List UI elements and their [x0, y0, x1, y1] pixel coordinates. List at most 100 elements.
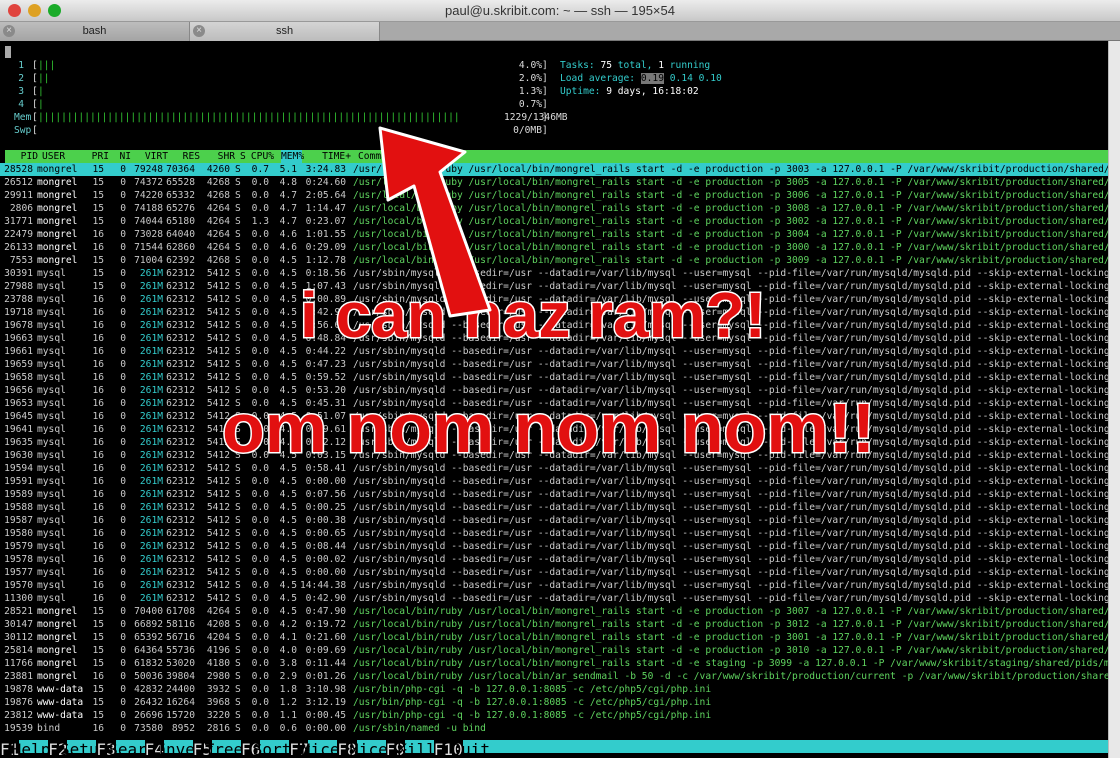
- process-row[interactable]: 28521 mongrel 15 0 70400 61708 4264 S 0.0 4.5 0:47…: [0, 605, 1108, 618]
- process-row[interactable]: 11300 mysql 16 0 261M 62312 5412 S 0.0 4.5 0:42.90…: [0, 592, 1108, 605]
- process-pid: 26512: [4, 177, 33, 188]
- process-ni: 0: [120, 307, 126, 318]
- process-row[interactable]: 19591 mysql 16 0 261M 62312 5412 S 0.0 4.5 0:00.00…: [0, 475, 1108, 488]
- process-row[interactable]: 23812 www-data 15 0 26696 15720 3220 S 0.0 1.1 0:0…: [0, 709, 1108, 722]
- process-virt: 73580: [134, 723, 163, 734]
- meter-label: Swp: [14, 125, 32, 136]
- process-row[interactable]: 19876 www-data 15 0 26432 16264 3968 S 0.0 1.2 3:1…: [0, 696, 1108, 709]
- process-cpu: 0.0: [251, 541, 269, 552]
- column-shr-header[interactable]: SHR: [205, 150, 235, 163]
- column-user-header[interactable]: USER: [42, 150, 65, 163]
- process-cmd: /usr/sbin/mysqld --basedir=/usr --datadi…: [353, 502, 1108, 513]
- process-virt: 261M: [139, 541, 163, 552]
- tab-bash[interactable]: × bash: [0, 22, 190, 41]
- process-row[interactable]: 19570 mysql 16 0 261M 62312 5412 S 0.0 4.5 14:44.3…: [0, 579, 1108, 592]
- process-cpu: 1.3: [251, 216, 269, 227]
- process-row[interactable]: 30112 mongrel 15 0 65392 56716 4204 S 0.0 4.1 0:21…: [0, 631, 1108, 644]
- process-pri: 16: [92, 372, 104, 383]
- column-time-header[interactable]: TIME+: [305, 150, 351, 163]
- process-user: mysql: [37, 398, 66, 409]
- fkey-label-quit[interactable]: Quit: [452, 740, 491, 758]
- column-virt-header[interactable]: VIRT: [133, 150, 168, 163]
- process-shr: 5412: [206, 515, 230, 526]
- process-mem: 4.5: [279, 528, 297, 539]
- process-row[interactable]: 26133 mongrel 16 0 71544 62860 4264 S 0.0 4.6 0:29…: [0, 241, 1108, 254]
- column-pri-header[interactable]: PRI: [91, 150, 109, 163]
- process-cpu: 0.0: [251, 684, 269, 695]
- process-pri: 16: [92, 528, 104, 539]
- column-ni-header[interactable]: NI: [115, 150, 131, 163]
- meter-value: 4.0%: [518, 60, 542, 71]
- process-cmd: /usr/sbin/mysqld --basedir=/usr --datadi…: [353, 476, 1108, 487]
- process-s: S: [235, 697, 241, 708]
- process-res: 8952: [171, 723, 195, 734]
- load-15min: 0.10: [698, 73, 722, 84]
- scrollbar[interactable]: [1108, 41, 1120, 758]
- process-row[interactable]: 28528 mongrel 15 0 79248 70364 4260 S 0.7 5.1 3:24…: [0, 163, 1108, 176]
- process-cpu: 0.0: [251, 242, 269, 253]
- process-row[interactable]: 19659 mysql 16 0 261M 62312 5412 S 0.0 4.5 0:47.23…: [0, 358, 1108, 371]
- column-cpu-header[interactable]: CPU%: [248, 150, 274, 163]
- process-ni: 0: [120, 216, 126, 227]
- process-cpu: 0.0: [251, 203, 269, 214]
- process-ni: 0: [120, 398, 126, 409]
- process-row[interactable]: 19589 mysql 16 0 261M 62312 5412 S 0.0 4.5 0:07.56…: [0, 488, 1108, 501]
- column-s-header[interactable]: S: [240, 150, 246, 163]
- fkey-label-tree[interactable]: Tree: [205, 740, 244, 758]
- process-pid: 11300: [4, 593, 33, 604]
- fkey-label-kill[interactable]: Kill: [397, 740, 436, 758]
- process-pri: 15: [92, 281, 104, 292]
- process-cmd: /usr/local/bin/ruby /usr/local/bin/mongr…: [353, 606, 1108, 617]
- process-time: 0:00.00: [305, 567, 346, 578]
- process-row[interactable]: 19658 mysql 16 0 261M 62312 5412 S 0.0 4.5 0:59.52…: [0, 371, 1108, 384]
- process-cpu: 0.0: [251, 632, 269, 643]
- process-mem: 4.7: [279, 190, 297, 201]
- process-pri: 15: [92, 255, 104, 266]
- process-time: 0:00.38: [305, 515, 346, 526]
- process-user: mysql: [37, 359, 66, 370]
- process-time: 0:19.72: [305, 619, 346, 630]
- process-row[interactable]: 19578 mysql 16 0 261M 62312 5412 S 0.0 4.5 0:00.02…: [0, 553, 1108, 566]
- process-pid: 19658: [4, 372, 33, 383]
- process-row[interactable]: 19588 mysql 16 0 261M 62312 5412 S 0.0 4.5 0:00.25…: [0, 501, 1108, 514]
- process-row[interactable]: 30147 mongrel 15 0 66892 58116 4208 S 0.0 4.2 0:19…: [0, 618, 1108, 631]
- process-user: mongrel: [37, 671, 78, 682]
- process-virt: 71004: [134, 255, 163, 266]
- fkey-label-help[interactable]: Help: [12, 740, 51, 758]
- process-row[interactable]: 11766 mongrel 15 0 61832 53020 4180 S 0.0 3.8 0:11…: [0, 657, 1108, 670]
- process-row[interactable]: 19577 mysql 16 0 261M 62312 5412 S 0.0 4.5 0:00.00…: [0, 566, 1108, 579]
- process-row[interactable]: 19580 mysql 16 0 261M 62312 5412 S 0.0 4.5 0:00.65…: [0, 527, 1108, 540]
- process-row[interactable]: 19539 bind 16 0 73580 8952 2816 S 0.0 0.6 0:00.00 /…: [0, 722, 1108, 735]
- process-row[interactable]: 29911 mongrel 15 0 74220 65332 4268 S 0.0 4.7 2:05…: [0, 189, 1108, 202]
- tasks-line: Tasks: 75 total, 1 running: [560, 59, 710, 72]
- process-res: 53020: [166, 658, 195, 669]
- process-row[interactable]: 23881 mongrel 16 0 50036 39804 2980 S 0.0 2.9 0:01…: [0, 670, 1108, 683]
- process-s: S: [235, 645, 241, 656]
- process-pid: 28521: [4, 606, 33, 617]
- process-row[interactable]: 2806 mongrel 15 0 74188 65276 4264 S 0.0 4.7 1:14.…: [0, 202, 1108, 215]
- process-pid: 19539: [4, 723, 33, 734]
- process-cpu: 0.0: [251, 372, 269, 383]
- process-mem: 4.5: [279, 593, 297, 604]
- column-res-header[interactable]: RES: [171, 150, 200, 163]
- process-row[interactable]: 26512 mongrel 15 0 74372 65528 4268 S 0.0 4.8 0:24…: [0, 176, 1108, 189]
- process-row[interactable]: 19878 www-data 15 0 42832 24400 3932 S 0.0 1.8 3:1…: [0, 683, 1108, 696]
- process-row[interactable]: 19587 mysql 16 0 261M 62312 5412 S 0.0 4.5 0:00.38…: [0, 514, 1108, 527]
- process-user: mysql: [37, 515, 66, 526]
- process-row[interactable]: 31771 mongrel 15 0 74044 65180 4264 S 1.3 4.7 0:23…: [0, 215, 1108, 228]
- process-row[interactable]: 22479 mongrel 16 0 73028 64040 4264 S 0.0 4.6 1:01…: [0, 228, 1108, 241]
- column-pid-header[interactable]: PID: [5, 150, 38, 163]
- process-shr: 4196: [206, 645, 230, 656]
- process-mem: 1.1: [279, 710, 297, 721]
- process-time: 0:59.52: [305, 372, 346, 383]
- process-row[interactable]: 19579 mysql 16 0 261M 62312 5412 S 0.0 4.5 0:08.44…: [0, 540, 1108, 553]
- process-pid: 19645: [4, 411, 33, 422]
- tab-ssh[interactable]: × ssh: [190, 22, 380, 41]
- column-mem-header[interactable]: MEM%: [281, 150, 304, 163]
- process-cmd: /usr/sbin/mysqld --basedir=/usr --datadi…: [353, 359, 1108, 370]
- process-row[interactable]: 25814 mongrel 15 0 64364 55736 4196 S 0.0 4.0 0:09…: [0, 644, 1108, 657]
- process-cpu: 0.0: [251, 515, 269, 526]
- process-res: 62392: [166, 255, 195, 266]
- process-row[interactable]: 7553 mongrel 15 0 71004 62392 4268 S 0.0 4.5 1:12.…: [0, 254, 1108, 267]
- load-1min: 0.19: [640, 73, 664, 84]
